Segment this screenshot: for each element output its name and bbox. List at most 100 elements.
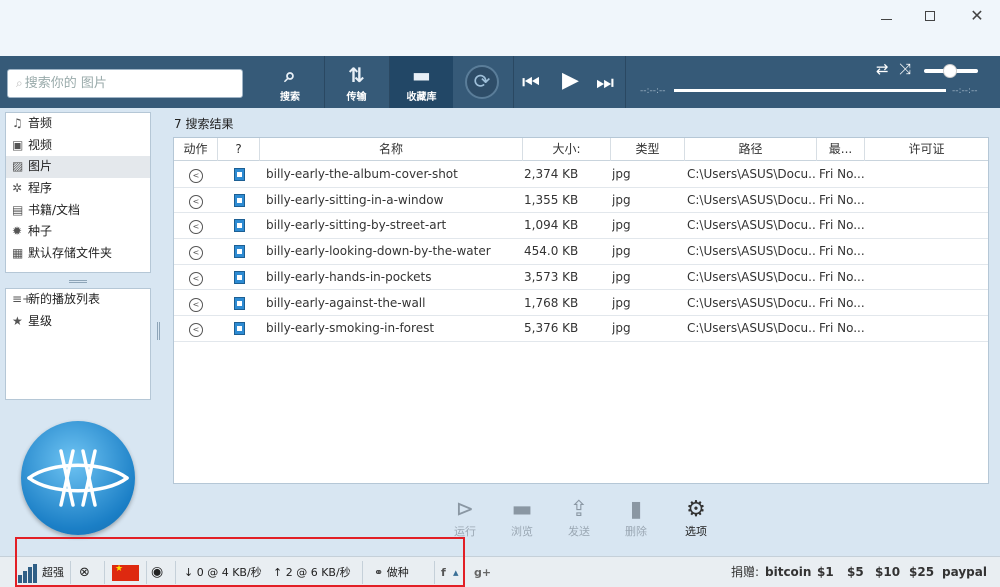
sidebar-item-torrents[interactable]: ✹ 种子: [6, 221, 150, 243]
column-header-path[interactable]: 路径: [685, 138, 817, 161]
donate-paypal-link[interactable]: paypal: [942, 557, 987, 587]
elapsed-time: --:--:--: [640, 86, 666, 96]
cell-name: billy-early-smoking-in-forest: [266, 321, 435, 336]
send-label: 发送: [568, 525, 590, 538]
sidebar-item-pictures[interactable]: ▨ 图片: [6, 156, 150, 179]
panel-resize-handle[interactable]: [69, 280, 87, 283]
delete-button[interactable]: ▮ 删除: [611, 497, 661, 539]
share-action-icon[interactable]: <: [189, 323, 203, 338]
minimize-button[interactable]: [871, 6, 901, 26]
share-action-icon[interactable]: <: [189, 271, 203, 286]
table-row[interactable]: < billy-early-smoking-in-forest 5,376 KB jp…: [174, 316, 988, 342]
picture-icon: ▨: [12, 159, 24, 174]
sidebar-item-new-playlist[interactable]: ≡+新的播放列表: [6, 289, 150, 311]
cell-modified: Fri No...: [819, 244, 864, 259]
cell-size: 454.0 KB: [524, 244, 579, 259]
shuffle-button[interactable]: ⤨: [899, 60, 911, 78]
column-header-size[interactable]: 大小:: [523, 138, 611, 161]
row-filetype-cell: [218, 162, 260, 188]
previous-track-button[interactable]: ⏮: [522, 70, 540, 94]
sidebar-item-video[interactable]: ▣ 视频: [6, 135, 150, 157]
play-button[interactable]: ▶: [562, 68, 579, 93]
column-header-type[interactable]: 类型: [611, 138, 685, 161]
sidebar-item-label: 新的播放列表: [28, 292, 101, 306]
donate-25-link[interactable]: $25: [909, 557, 934, 587]
sidebar-resize-handle[interactable]: [157, 322, 160, 340]
sidebar-item-default-folder[interactable]: ▦ 默认存储文件夹: [6, 243, 150, 265]
column-header-name[interactable]: 名称: [260, 138, 523, 161]
row-filetype-cell: [218, 188, 260, 214]
play-circle-icon: ⊳: [455, 497, 475, 522]
close-button[interactable]: ✕: [962, 6, 992, 26]
send-button[interactable]: ⇪ 发送: [554, 497, 604, 539]
cell-modified: Fri No...: [819, 167, 864, 181]
column-header-license[interactable]: 许可证: [865, 138, 988, 161]
sidebar-item-documents[interactable]: ▤ 书籍/文档: [6, 200, 150, 222]
share-action-icon[interactable]: <: [189, 246, 203, 261]
cell-license: [867, 239, 987, 265]
row-filetype-cell: [218, 239, 260, 265]
column-header-icon[interactable]: ?: [218, 138, 260, 161]
cell-size: 5,376 KB: [524, 321, 579, 336]
cell-path: C:\Users\ASUS\Docu...: [687, 218, 815, 233]
main-toolbar: ⌕ 搜索你的 图片 ⌕ 搜索 ⇅ 传输 ▬ 收藏库 ⟳ ⏮ ▶ ⏭ --:--:-…: [0, 56, 1000, 108]
library-sidebar: ♫ 音频 ▣ 视频 ▨ 图片 ✲ 程序 ▤ 书籍/文档 ✹ 种子 ▦ 默认存储文件夹: [5, 112, 151, 273]
sidebar-item-label: 图片: [28, 159, 53, 174]
next-track-button[interactable]: ⏭: [596, 70, 614, 94]
column-header-modified[interactable]: 最...: [817, 138, 865, 161]
browse-button[interactable]: ▬ 浏览: [497, 497, 547, 539]
donate-1-link[interactable]: $1: [817, 557, 834, 587]
table-row[interactable]: < billy-early-looking-down-by-the-water 45…: [174, 239, 988, 265]
results-count: 7 搜索结果: [174, 117, 234, 131]
row-action-cell: <: [174, 239, 218, 265]
playback-progress-bar[interactable]: [674, 89, 946, 92]
cell-modified: Fri No...: [819, 269, 864, 284]
donate-10-link[interactable]: $10: [875, 557, 900, 587]
cell-modified: Fri No...: [819, 321, 864, 336]
music-icon: ♫: [12, 116, 23, 130]
row-action-cell: <: [174, 291, 218, 317]
maximize-button[interactable]: [915, 6, 945, 26]
trash-icon: ▮: [629, 497, 643, 522]
donate-bitcoin-link[interactable]: bitcoin: [765, 557, 811, 587]
table-row[interactable]: < billy-early-against-the-wall 1,768 KB jpg…: [174, 291, 988, 317]
folder-open-icon: ▬: [511, 497, 533, 522]
cell-path: C:\Users\ASUS\Docu...: [687, 321, 815, 336]
sidebar-item-label: 星级: [28, 313, 53, 328]
tab-search[interactable]: ⌕ 搜索: [258, 56, 322, 108]
cell-path: C:\Users\ASUS\Docu...: [687, 269, 815, 284]
tab-library[interactable]: ▬ 收藏库: [389, 56, 453, 108]
google-plus-icon[interactable]: g+: [474, 557, 491, 587]
share-action-icon[interactable]: <: [189, 297, 203, 312]
sidebar-item-programs[interactable]: ✲ 程序: [6, 178, 150, 200]
volume-knob[interactable]: [943, 64, 957, 78]
tab-search-label: 搜索: [280, 92, 300, 103]
search-icon: ⌕: [16, 76, 23, 90]
playlist-panel: ≡+新的播放列表 ★ 星级: [5, 288, 151, 400]
share-action-icon[interactable]: <: [189, 220, 203, 235]
table-row[interactable]: < billy-early-hands-in-pockets 3,573 KB jpg…: [174, 265, 988, 291]
table-row[interactable]: < billy-early-sitting-in-a-window 1,355 KB…: [174, 188, 988, 214]
sidebar-item-label: 视频: [28, 137, 53, 152]
repeat-button[interactable]: ⇄: [876, 60, 889, 78]
cell-path: C:\Users\ASUS\Docu...: [687, 295, 815, 310]
sidebar-item-audio[interactable]: ♫ 音频: [6, 113, 150, 135]
sync-button[interactable]: ⟳: [465, 65, 499, 99]
tab-transfers[interactable]: ⇅ 传输: [324, 56, 388, 108]
star-icon: ★: [12, 313, 23, 328]
run-button[interactable]: ⊳ 运行: [440, 497, 490, 539]
search-input[interactable]: ⌕ 搜索你的 图片: [7, 69, 243, 98]
refresh-icon: ⟳: [473, 69, 491, 93]
row-action-cell: <: [174, 162, 218, 188]
table-row[interactable]: < billy-early-the-album-cover-shot 2,374 K…: [174, 162, 988, 188]
row-action-cell: <: [174, 188, 218, 214]
sidebar-item-starred[interactable]: ★ 星级: [6, 311, 150, 333]
share-action-icon[interactable]: <: [189, 194, 203, 209]
donate-5-link[interactable]: $5: [847, 557, 864, 587]
table-header: 动作 ? 名称 大小: 类型 路径 最... 许可证: [174, 138, 988, 161]
table-row[interactable]: < billy-early-sitting-by-street-art 1,094 …: [174, 213, 988, 240]
sidebar-item-label: 音频: [28, 116, 53, 130]
options-button[interactable]: ⚙ 选项: [671, 497, 721, 539]
column-header-action[interactable]: 动作: [174, 138, 218, 161]
share-action-icon[interactable]: <: [189, 169, 203, 183]
